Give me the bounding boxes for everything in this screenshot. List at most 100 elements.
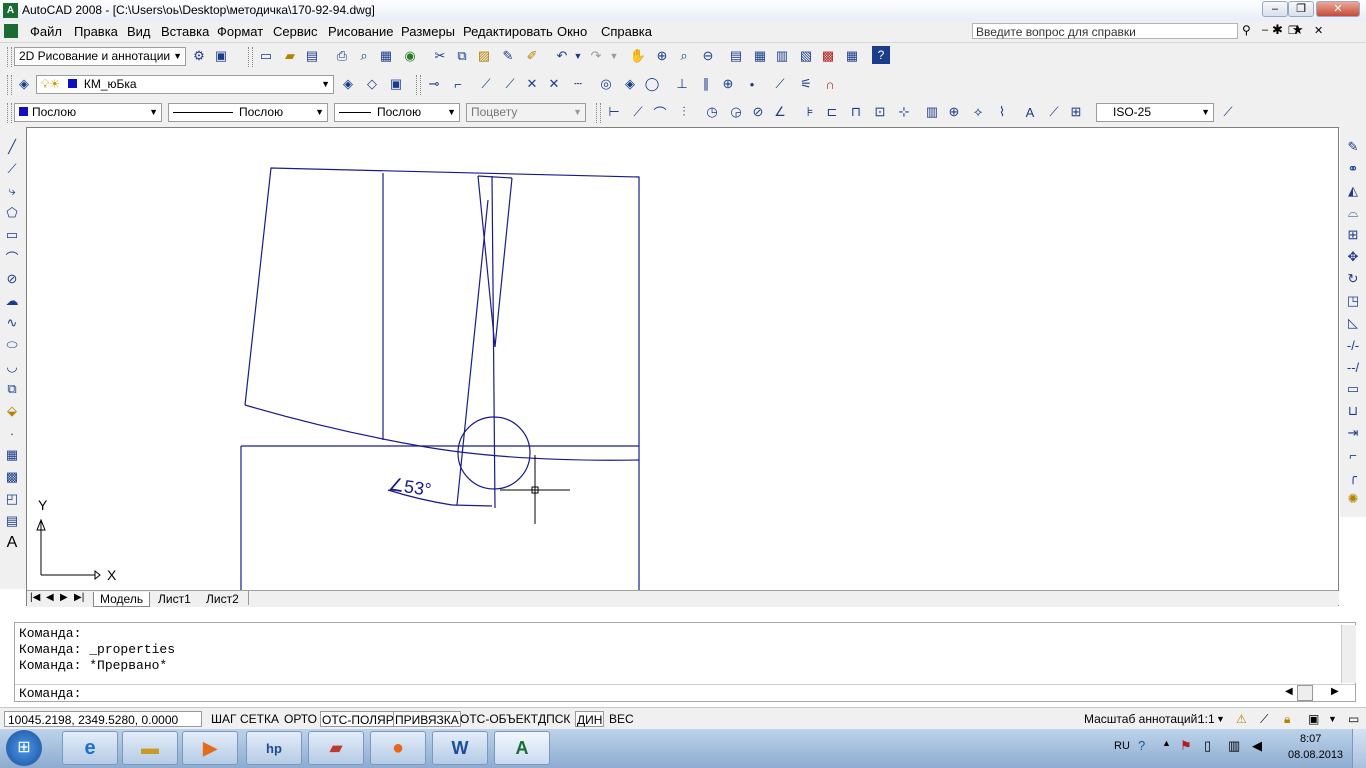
multiline-text-icon[interactable]: A	[1, 533, 23, 553]
favorites-star-icon[interactable]: ★	[1292, 22, 1304, 38]
dyn-toggle[interactable]: ДИН	[575, 711, 605, 727]
menu-view[interactable]: Вид	[127, 24, 151, 39]
power-icon[interactable]: ▯	[1204, 738, 1211, 754]
restore-button[interactable]: ❐	[1288, 1, 1314, 17]
command-scroll-right-icon[interactable]: ▶	[1331, 686, 1339, 698]
extend-object-icon[interactable]: --/	[1342, 357, 1364, 377]
calculator-icon[interactable]: ▦	[842, 46, 862, 66]
internet-explorer-taskbar-icon[interactable]: e	[62, 731, 118, 765]
command-scroll-left-icon[interactable]: ◀	[1285, 686, 1293, 698]
diameter-dim-icon[interactable]: ⊘	[748, 102, 768, 122]
zoom-previous-icon[interactable]: ⊖	[698, 46, 718, 66]
rectangle-icon[interactable]: ▭	[1, 225, 23, 245]
node-snap-icon[interactable]: •	[742, 74, 762, 94]
snap-settings-icon[interactable]: ⚟	[796, 74, 816, 94]
clock-date[interactable]: 08.08.2013	[1288, 749, 1343, 761]
layer-states-icon[interactable]: ▣	[386, 74, 406, 94]
menu-tools[interactable]: Сервис	[273, 24, 318, 39]
toolbar-grip[interactable]	[7, 75, 12, 95]
menu-file[interactable]: Файл	[30, 24, 62, 39]
workspace-select[interactable]: 2D Рисование и аннотации ▼	[14, 47, 186, 66]
grid-toggle[interactable]: СЕТКА	[240, 711, 279, 727]
plot-icon[interactable]: ⎙	[332, 46, 352, 66]
array-icon[interactable]: ⊞	[1342, 225, 1364, 245]
new-file-icon[interactable]: ▭	[256, 46, 276, 66]
revision-cloud-icon[interactable]: ☁	[1, 291, 23, 311]
dimstyle-manager-icon[interactable]: ⟋	[1218, 102, 1238, 122]
doc-close-icon[interactable]: ✕	[1314, 24, 1323, 37]
osnap-settings-icon[interactable]: ∩	[820, 74, 840, 94]
annotation-scale-select[interactable]: 1:1	[1198, 711, 1215, 727]
arc-length-icon[interactable]: ⌒	[650, 102, 670, 122]
match-properties-icon[interactable]: ✎	[498, 46, 518, 66]
search-icon[interactable]: ⚲	[1242, 23, 1251, 37]
ellipse-arc-icon[interactable]: ◡	[1, 357, 23, 377]
line-icon[interactable]: ╱	[1, 137, 23, 157]
publish-icon[interactable]: ▦	[376, 46, 396, 66]
chamfer-icon[interactable]: ⌐	[1342, 445, 1364, 465]
ellipse-icon[interactable]: ⬭	[1, 335, 23, 355]
menu-dimension[interactable]: Размеры	[401, 24, 455, 39]
undo-dropdown-icon[interactable]: ▼	[568, 46, 588, 66]
hatch-icon[interactable]: ▦	[1, 445, 23, 465]
nearest-snap-icon[interactable]: ⟋	[770, 74, 790, 94]
linetype-select[interactable]: Послою ▼	[168, 103, 328, 122]
menu-modify[interactable]: Редактировать	[463, 24, 553, 39]
sheet-set-icon[interactable]: ▧	[796, 46, 816, 66]
offset-icon[interactable]: ⌓	[1342, 203, 1364, 223]
prev-tab-icon[interactable]: ◀	[46, 592, 54, 603]
move-icon[interactable]: ✥	[1342, 247, 1364, 267]
workspace-settings-icon[interactable]: ⚙	[189, 46, 209, 66]
toolbar-grip[interactable]	[7, 103, 12, 123]
spline-icon[interactable]: ∿	[1, 313, 23, 333]
insert-snap-icon[interactable]: ⊕	[718, 74, 738, 94]
color-select[interactable]: Послою ▼	[14, 103, 162, 122]
comm-center-icon[interactable]: ▣	[1308, 711, 1319, 727]
workspace-save-icon[interactable]: ▣	[211, 46, 231, 66]
trim-icon[interactable]: ⟋	[500, 74, 520, 94]
point-icon[interactable]: ·	[1, 423, 23, 443]
make-block-icon[interactable]: ⬙	[1, 401, 23, 421]
insert-block-icon[interactable]: ⧉	[1, 379, 23, 399]
mirror-icon[interactable]: ◭	[1342, 181, 1364, 201]
command-scroll-thumb[interactable]	[1297, 685, 1313, 701]
autocad-app-icon[interactable]: A	[3, 3, 18, 18]
break-at-point-icon[interactable]: ▭	[1342, 379, 1364, 399]
scale-icon[interactable]: ◳	[1342, 291, 1364, 311]
arc-icon[interactable]: ⌒	[1, 247, 23, 267]
document-icon[interactable]	[4, 24, 18, 38]
zoom-window-icon[interactable]: ⌕	[674, 46, 694, 66]
status-menu-icon[interactable]: ▼	[1328, 711, 1337, 727]
toolbar-grip[interactable]	[596, 103, 601, 123]
quick-dim-icon[interactable]: ⊧	[800, 102, 820, 122]
show-hidden-icons-icon[interactable]: ▲	[1162, 738, 1171, 748]
paste-icon[interactable]: ▨	[474, 46, 494, 66]
properties-icon[interactable]: ▤	[726, 46, 746, 66]
dim-update-icon[interactable]: ⊞	[1066, 102, 1086, 122]
layer-previous-icon[interactable]: ◇	[362, 74, 382, 94]
design-center-icon[interactable]: ▦	[750, 46, 770, 66]
rotate-icon[interactable]: ↻	[1342, 269, 1364, 289]
layer-manager-icon[interactable]: ◈	[14, 74, 34, 94]
language-indicator[interactable]: RU	[1114, 740, 1130, 752]
menu-draw[interactable]: Рисование	[328, 24, 393, 39]
help-icon[interactable]: ?	[872, 46, 890, 64]
menu-edit[interactable]: Правка	[74, 24, 118, 39]
explode-icon[interactable]: ✺	[1342, 489, 1364, 509]
dim-text-edit-icon[interactable]: ⟋	[1044, 102, 1064, 122]
word-taskbar-icon[interactable]: W	[432, 731, 488, 765]
block-editor-icon[interactable]: ✐	[522, 46, 542, 66]
ray-icon[interactable]: ⌐	[448, 74, 468, 94]
media-player-taskbar-icon[interactable]: ▶	[182, 731, 238, 765]
polar-toggle[interactable]: ОТС-ПОЛЯР	[320, 711, 396, 727]
jogged-dim-icon[interactable]: ◶	[726, 102, 746, 122]
fillet-icon[interactable]: ╭	[1342, 467, 1364, 487]
drawing-canvas[interactable]: ∠53° X Y	[26, 127, 1339, 606]
ordinate-dim-icon[interactable]: ⫶	[674, 102, 694, 122]
close-button[interactable]: ✕	[1316, 1, 1360, 17]
make-layer-current-icon[interactable]: ◈	[338, 74, 358, 94]
center-mark-icon[interactable]: ⊕	[944, 102, 964, 122]
command-prompt[interactable]: Команда:	[19, 686, 81, 701]
toolbar-grip[interactable]	[248, 47, 253, 67]
center-snap-icon[interactable]: ◎	[596, 74, 616, 94]
